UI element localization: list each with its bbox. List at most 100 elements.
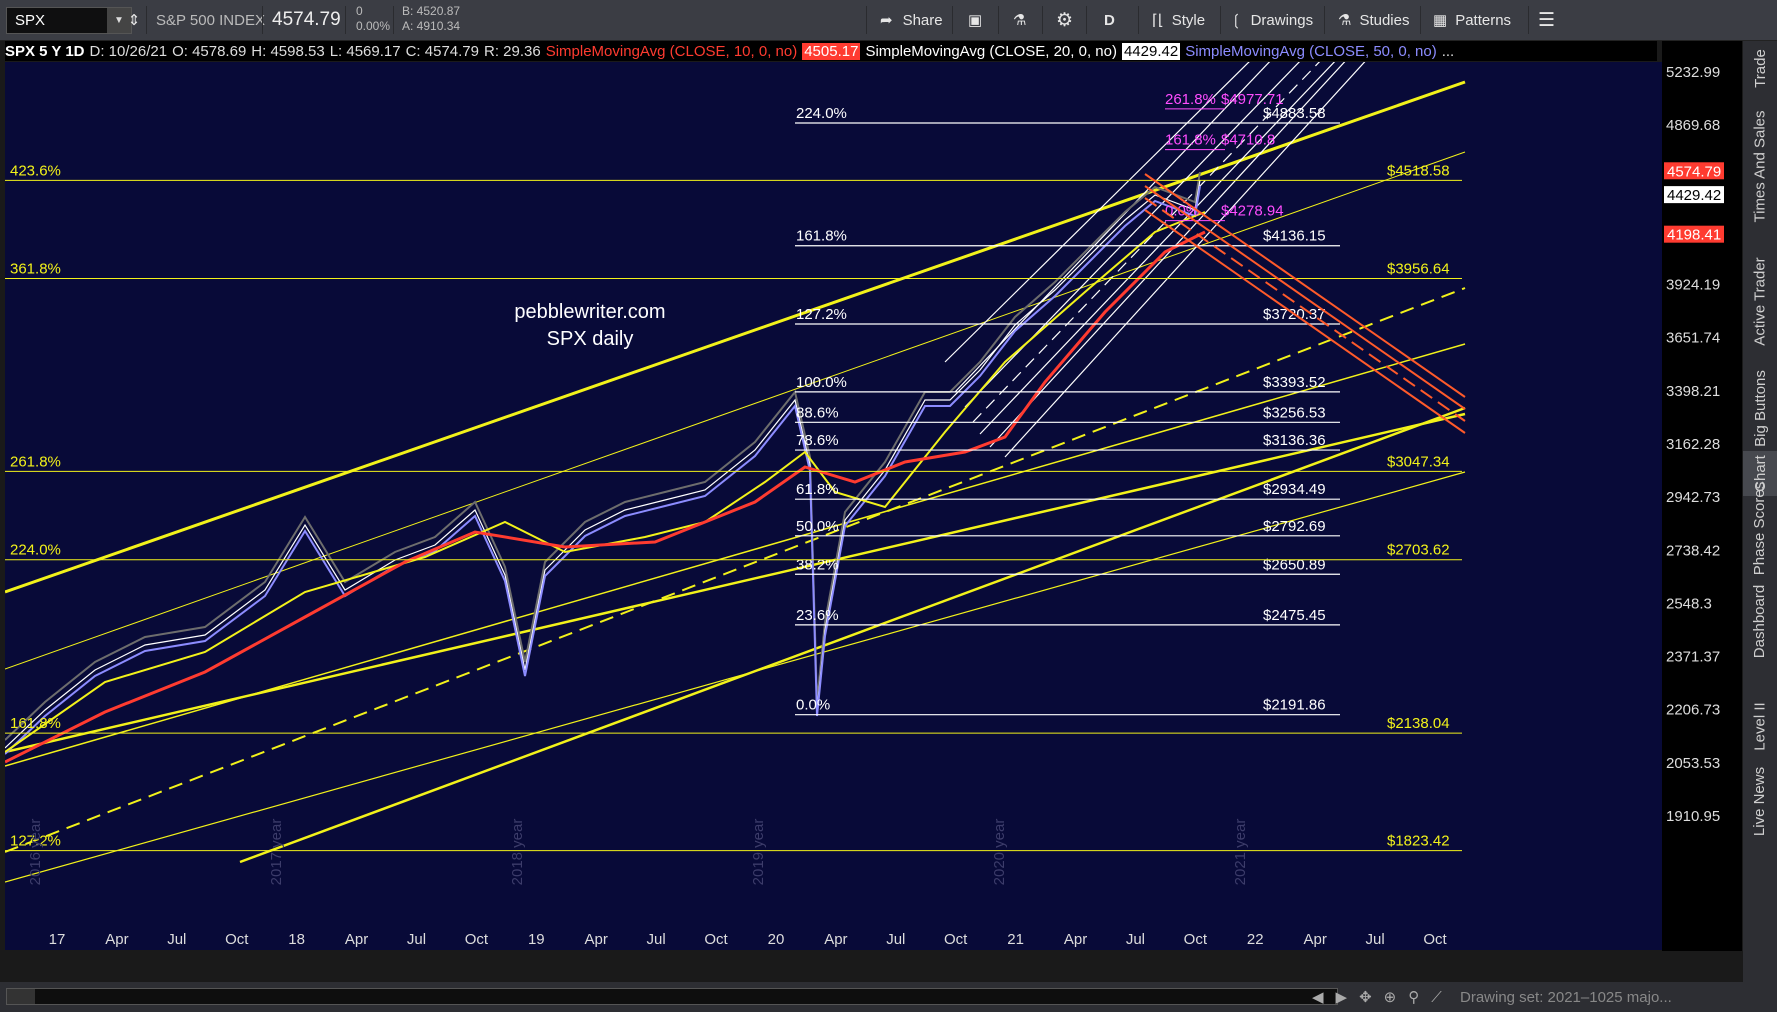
- fib-yellow-value: $3047.34: [1387, 453, 1450, 470]
- share-icon: ➦: [880, 12, 893, 29]
- legend-range: R: 29.36: [483, 42, 541, 60]
- side-tab-phase-scores[interactable]: Phase Scores: [1743, 482, 1777, 575]
- legend-sma10[interactable]: SimpleMovingAvg (CLOSE, 10, 0, no): [546, 43, 798, 60]
- x-axis-tick: Apr: [1064, 931, 1087, 948]
- fib-level-pct: 161.8%: [796, 228, 847, 245]
- fib-magenta-value: $4278.94: [1221, 203, 1284, 220]
- price-badge-value: 4429.42: [1667, 187, 1721, 204]
- price-axis-tick: 2548.3: [1666, 595, 1712, 612]
- hamburger-icon: ☰: [1538, 9, 1556, 31]
- fib-yellow-value: $4518.58: [1387, 162, 1450, 179]
- pan-icon[interactable]: ✥: [1359, 988, 1372, 1006]
- camera-icon: ▣: [968, 12, 983, 29]
- studies-button[interactable]: ⚗ Studies: [1338, 0, 1410, 40]
- legend-sma50[interactable]: SimpleMovingAvg (CLOSE, 50, 0, no): [1185, 43, 1437, 60]
- crosshair-icon[interactable]: ⊕: [1384, 988, 1397, 1006]
- patterns-label: Patterns: [1455, 11, 1512, 29]
- share-label: Share: [902, 11, 943, 29]
- side-tab-trade[interactable]: Trade: [1743, 41, 1777, 96]
- link-icon[interactable]: ⇕: [126, 0, 142, 40]
- year-marker: 2020 year: [991, 819, 1008, 886]
- side-tab-live-news[interactable]: Live News: [1743, 766, 1777, 835]
- x-axis-tick: 17: [49, 931, 66, 948]
- drawing-slash-icon[interactable]: ⟋: [1431, 989, 1442, 1006]
- chart-scrollbar[interactable]: [6, 988, 1338, 1005]
- fib-yellow-value: $3956.64: [1387, 260, 1450, 277]
- scroll-left-icon[interactable]: ◀: [1312, 988, 1324, 1006]
- side-tab-label: Dashboard: [1751, 584, 1769, 658]
- drawings-button[interactable]: ❲ Drawings: [1230, 0, 1313, 40]
- x-axis-tick: Oct: [944, 931, 968, 948]
- legend-low: L: 4569.17: [329, 42, 401, 60]
- flask-button[interactable]: ⚗: [1013, 0, 1026, 40]
- patterns-button[interactable]: ▦ Patterns: [1433, 0, 1511, 40]
- year-marker: 2016 year: [27, 819, 44, 886]
- symbol-input[interactable]: SPX ▼: [6, 7, 132, 34]
- legend-more[interactable]: ...: [1442, 43, 1455, 60]
- side-tab-label: Big Buttons: [1751, 370, 1769, 447]
- x-axis-tick: Jul: [886, 931, 905, 948]
- scroll-right-icon[interactable]: ▶: [1336, 988, 1348, 1006]
- pitchfork-line: [964, 55, 1306, 408]
- legend-date: D: 10/26/21: [89, 42, 168, 60]
- fib-level-value: $3393.52: [1263, 374, 1326, 391]
- x-axis-tick: Apr: [585, 931, 608, 948]
- snapshot-button[interactable]: ▣: [968, 0, 982, 40]
- x-axis-tick: Apr: [1304, 931, 1327, 948]
- x-axis-tick: Oct: [1184, 931, 1208, 948]
- scroll-left-arrow[interactable]: [7, 989, 35, 1004]
- settings-button[interactable]: ⚙: [1056, 0, 1073, 40]
- side-tab-big-buttons[interactable]: Big Buttons: [1743, 366, 1777, 451]
- x-axis-tick: 20: [768, 931, 785, 948]
- gear-icon: ⚙: [1056, 9, 1074, 31]
- ask-price: A: 4910.34: [402, 19, 461, 33]
- chart-canvas[interactable]: 224.0%$4883.58161.8%$4136.15127.2%$3720.…: [4, 55, 1662, 950]
- timeframe-button[interactable]: D: [1104, 0, 1115, 40]
- style-button[interactable]: ⌈⌊ Style: [1152, 0, 1205, 40]
- price-axis-tick: 2206.73: [1666, 702, 1720, 719]
- legend-open: O: 4578.69: [172, 42, 247, 60]
- legend-sma10-value: 4505.17: [802, 42, 861, 60]
- price-axis[interactable]: 5232.99 4869.68 4574.79 4429.42 4198.41 3924.…: [1662, 41, 1742, 951]
- x-axis-tick: Jul: [167, 931, 186, 948]
- side-tab-dashboard[interactable]: Dashboard: [1743, 561, 1777, 681]
- fib-level-value: $2650.89: [1263, 556, 1326, 573]
- side-tab-active-trader[interactable]: Active Trader: [1743, 236, 1777, 366]
- fib-level-pct: 224.0%: [796, 105, 847, 122]
- price-axis-tick: 1910.95: [1666, 808, 1720, 825]
- x-axis-tick: Jul: [1126, 931, 1145, 948]
- channel-line: [4, 151, 1466, 670]
- side-tab-times-and-sales[interactable]: Times And Sales: [1743, 96, 1777, 236]
- zoom-icon[interactable]: ⚲: [1408, 988, 1419, 1006]
- fib-level-pct: 88.6%: [796, 404, 839, 421]
- share-button[interactable]: ➦ Share: [880, 0, 943, 40]
- price-axis-tick: 2053.53: [1666, 755, 1720, 772]
- legend-close: C: 4574.79: [405, 42, 479, 60]
- channel-line: [4, 343, 1466, 767]
- fib-yellow-value: $2703.62: [1387, 542, 1450, 559]
- x-axis-tick: Apr: [824, 931, 847, 948]
- fib-yellow-pct: 261.8%: [10, 453, 61, 470]
- fib-level-pct: 50.0%: [796, 518, 839, 535]
- top-toolbar: SPX ▼ ⇕ S&P 500 INDEX 4574.79 0 0.00% B:…: [0, 0, 1777, 41]
- price-axis-tick: 2738.42: [1666, 542, 1720, 559]
- symbol-text: SPX: [15, 12, 46, 29]
- x-axis-tick: Apr: [345, 931, 368, 948]
- fib-level-value: $3136.36: [1263, 432, 1326, 449]
- chart-area[interactable]: 224.0%$4883.58161.8%$4136.15127.2%$3720.…: [4, 55, 1662, 950]
- drawing-set-label[interactable]: Drawing set: 2021–1025 majo...: [1460, 982, 1672, 1012]
- menu-button[interactable]: ☰: [1538, 0, 1555, 40]
- side-tab-level-ii[interactable]: Level II: [1743, 681, 1777, 771]
- fib-level-value: $4136.15: [1263, 228, 1326, 245]
- sma20-line: [4, 179, 1201, 749]
- price-axis-tick: 3162.28: [1666, 436, 1720, 453]
- side-tab-label: Active Trader: [1751, 256, 1769, 346]
- channel-line: [4, 80, 1466, 594]
- fib-level-value: $2792.69: [1263, 518, 1326, 535]
- net-change-pct: 0.00%: [356, 19, 391, 33]
- sma100-line: [4, 211, 1206, 753]
- fib-yellow-pct: 361.8%: [10, 260, 61, 277]
- last-price: 4574.79: [272, 9, 341, 30]
- pitchfork-line: [954, 55, 1276, 393]
- legend-sma20[interactable]: SimpleMovingAvg (CLOSE, 20, 0, no): [865, 43, 1117, 60]
